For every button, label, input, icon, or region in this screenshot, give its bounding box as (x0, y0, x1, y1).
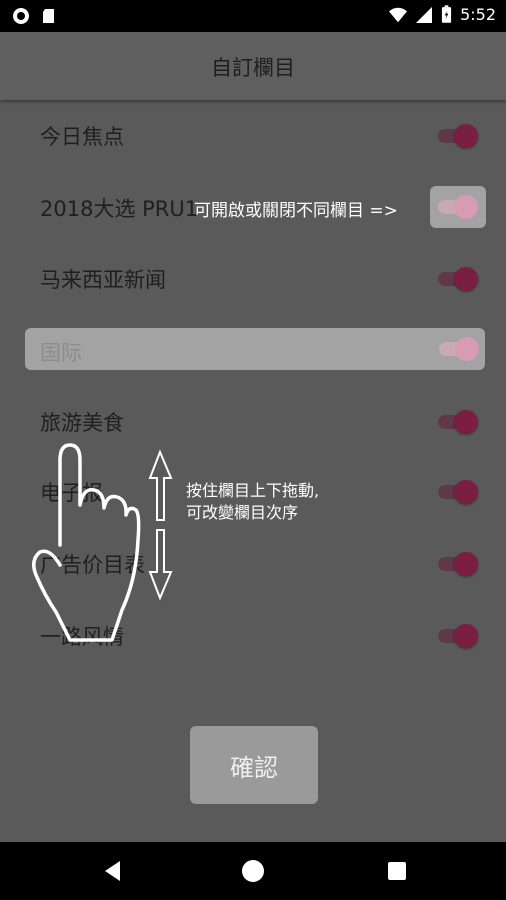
confirm-button[interactable]: 確認 (190, 726, 318, 804)
up-arrow-icon (148, 449, 173, 521)
home-icon[interactable] (240, 858, 266, 884)
down-arrow-icon (148, 529, 173, 601)
drag-tip-line2: 可改變欄目次序 (186, 503, 299, 522)
hand-pointer-icon (32, 443, 141, 642)
recents-icon[interactable] (384, 858, 410, 884)
back-icon[interactable] (100, 858, 126, 884)
drag-tip-line1: 按住欄目上下拖動, (186, 481, 320, 500)
navigation-bar (0, 842, 506, 900)
drag-tip: 按住欄目上下拖動, 可改變欄目次序 (186, 480, 319, 524)
